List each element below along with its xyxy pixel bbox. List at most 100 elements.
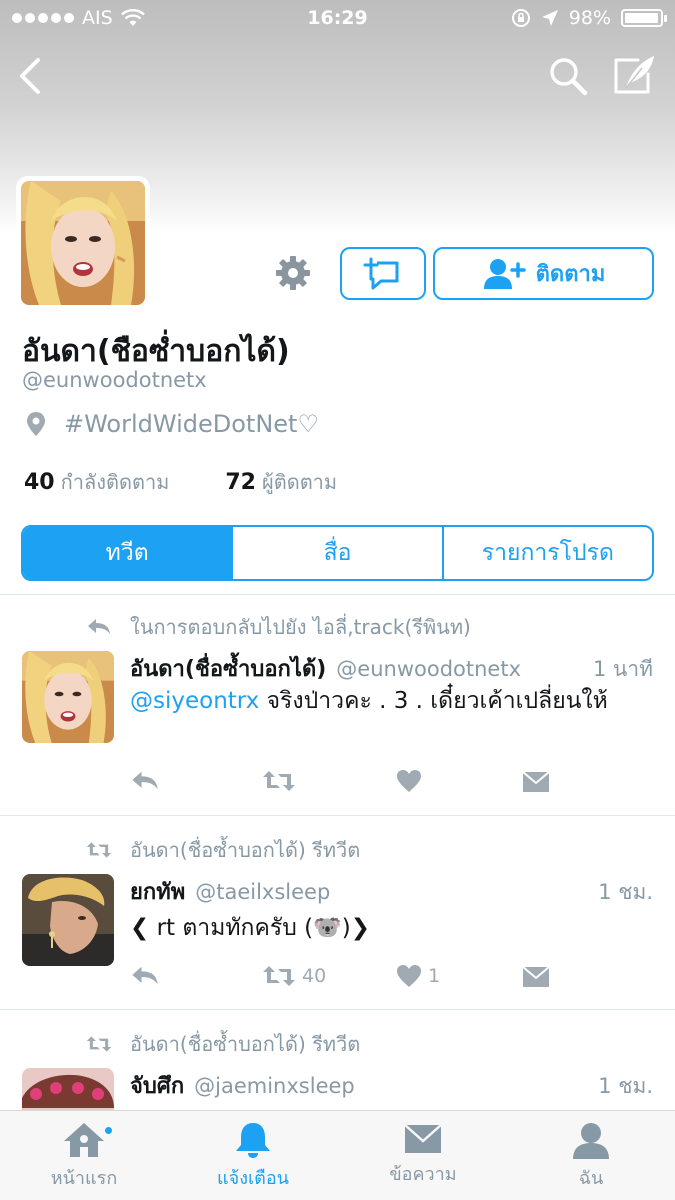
retweet-context-icon [86, 842, 112, 858]
tweet-timestamp: 1 ชม. [598, 1074, 653, 1098]
tab-me-label: ฉัน [578, 1168, 604, 1189]
tweet-header: ยกทัพ @taeilxsleep 1 ชม. [130, 874, 653, 909]
reply-icon [132, 771, 158, 790]
avatar-image [22, 874, 114, 966]
tweet-item[interactable]: ในการตอบกลับไปยัง ไอลี่,track(รีพินท) อั… [0, 595, 675, 815]
status-right: 98% [511, 7, 667, 29]
retweet-button[interactable] [262, 769, 296, 793]
tab-home-label: หน้าแรก [50, 1168, 118, 1189]
location-arrow-icon [541, 10, 558, 26]
followers-stat[interactable]: 72 ผู้ติดตาม [225, 466, 337, 498]
tweet-author-handle[interactable]: @eunwoodotnetx [336, 657, 521, 681]
tab-messages[interactable]: ข้อความ [363, 1121, 483, 1188]
location-text[interactable]: #WorldWideDotNet♡ [64, 410, 319, 438]
search-button[interactable] [548, 56, 590, 96]
tweet-text: @siyeontrx จริงป่าวคะ . 3 . เดี๋ยวเค้าเป… [130, 683, 653, 719]
followers-count: 72 [225, 470, 256, 495]
tweet-avatar[interactable] [22, 651, 114, 743]
notification-dot [103, 1125, 114, 1136]
tweet-author-handle[interactable]: @taeilxsleep [195, 880, 330, 904]
profile-tabs: ทวีต สื่อ รายการโปรด [21, 525, 654, 581]
retweet-count: 40 [302, 965, 327, 987]
location-pin-icon [27, 412, 45, 436]
tweet-timestamp: 1 นาที [592, 657, 653, 681]
tweet-body: จริงป่าวคะ . 3 . เดี๋ยวเค้าเปลี่ยนให้ [259, 688, 608, 714]
tweet-item[interactable]: อันดา(ชื่อซ้ำบอกได้) รีทวีต จับศึก @jaem… [0, 1010, 675, 1110]
retweet-icon [263, 966, 295, 986]
bell-icon [236, 1123, 270, 1158]
tab-home[interactable]: หน้าแรก [24, 1121, 144, 1192]
battery-percent: 98% [568, 7, 611, 29]
tweet-mention[interactable]: @siyeontrx [130, 688, 259, 714]
reply-button[interactable] [130, 964, 160, 988]
status-bar: AIS 16:29 98% [0, 0, 675, 38]
rotation-lock-icon [511, 9, 530, 27]
compose-button[interactable] [612, 52, 658, 96]
follow-label: ติดตาม [535, 262, 606, 287]
like-button[interactable] [396, 769, 422, 793]
avatar-image [22, 1068, 114, 1110]
tweet-author-handle[interactable]: @jaeminxsleep [194, 1074, 355, 1098]
battery-fill [625, 13, 659, 23]
add-user-icon [483, 258, 526, 289]
bottom-tab-bar: หน้าแรก แจ้งเตือน ข้อความ ฉัน [0, 1110, 675, 1200]
compose-feather-icon [614, 56, 654, 94]
settings-gear-button[interactable] [274, 254, 312, 292]
direct-message-button[interactable] [340, 247, 426, 300]
tweet-timestamp: 1 ชม. [598, 880, 653, 904]
tab-media[interactable]: สื่อ [233, 527, 444, 579]
followers-label: ผู้ติดตาม [262, 470, 338, 494]
tab-notifications[interactable]: แจ้งเตือน [193, 1121, 313, 1192]
heart-icon [397, 965, 421, 987]
tweet-author-name[interactable]: อันดา(ชื่อซ้ำบอกได้) [130, 651, 326, 686]
tweet-avatar[interactable] [22, 1068, 114, 1110]
profile-handle: @eunwoodotnetx [22, 368, 207, 392]
tweet-author-name[interactable]: ยกทัพ [130, 874, 185, 909]
tweet-header: จับศึก @jaeminxsleep 1 ชม. [130, 1068, 653, 1103]
tweet-context-text: อันดา(ชื่อซ้ำบอกได้) รีทวีต [130, 838, 361, 862]
tab-notifications-label: แจ้งเตือน [217, 1168, 289, 1189]
tweet-header: อันดา(ชื่อซ้ำบอกได้) @eunwoodotnetx 1 นา… [130, 651, 653, 686]
tweet-context: อันดา(ชื่อซ้ำบอกได้) รีทวีต [86, 834, 360, 866]
following-stat[interactable]: 40 กำลังติดตาม [24, 466, 169, 498]
person-icon [573, 1123, 609, 1159]
avatar [21, 181, 145, 305]
like-count: 1 [428, 965, 441, 987]
reply-context-icon [88, 619, 110, 634]
tweet-author-name[interactable]: จับศึก [130, 1068, 184, 1103]
like-button[interactable]: 1 [396, 964, 440, 988]
profile-avatar[interactable] [16, 176, 150, 310]
share-dm-button[interactable] [522, 769, 550, 793]
retweet-button[interactable]: 40 [262, 964, 326, 988]
following-count: 40 [24, 470, 55, 495]
back-button[interactable] [14, 56, 48, 96]
home-icon [64, 1123, 104, 1157]
reply-icon [132, 966, 158, 985]
reply-button[interactable] [130, 769, 160, 793]
profile-stats: 40 กำลังติดตาม 72 ผู้ติดตาม [24, 466, 337, 498]
avatar-image [22, 651, 114, 743]
tab-messages-label: ข้อความ [389, 1164, 457, 1185]
share-dm-button[interactable] [522, 964, 550, 988]
chevron-left-icon [20, 58, 40, 94]
profile-location: #WorldWideDotNet♡ [26, 410, 319, 438]
battery-icon [621, 9, 667, 27]
tweet-item[interactable]: อันดา(ชื่อซ้ำบอกได้) รีทวีต ยกทัพ @taeil… [0, 816, 675, 1009]
heart-icon [397, 770, 421, 792]
tab-likes[interactable]: รายการโปรด [444, 527, 652, 579]
tweet-context: อันดา(ชื่อซ้ำบอกได้) รีทวีต [86, 1028, 360, 1060]
tab-me[interactable]: ฉัน [531, 1121, 651, 1192]
follow-button[interactable]: ติดตาม [433, 247, 654, 300]
gear-icon [276, 256, 310, 290]
envelope-share-icon [522, 771, 550, 792]
avatar-image [21, 181, 145, 305]
following-label: กำลังติดตาม [60, 470, 170, 494]
envelope-share-icon [522, 966, 550, 987]
tweet-context-text: ในการตอบกลับไปยัง ไอลี่,track(รีพินท) [130, 615, 471, 639]
tweet-text: ❮ rt ตามทักครับ (🐨)❯ [130, 915, 370, 941]
new-message-icon [363, 257, 399, 289]
retweet-context-icon [86, 1036, 112, 1052]
tweet-avatar[interactable] [22, 874, 114, 966]
tab-tweets[interactable]: ทวีต [23, 527, 234, 579]
search-icon [550, 58, 588, 96]
